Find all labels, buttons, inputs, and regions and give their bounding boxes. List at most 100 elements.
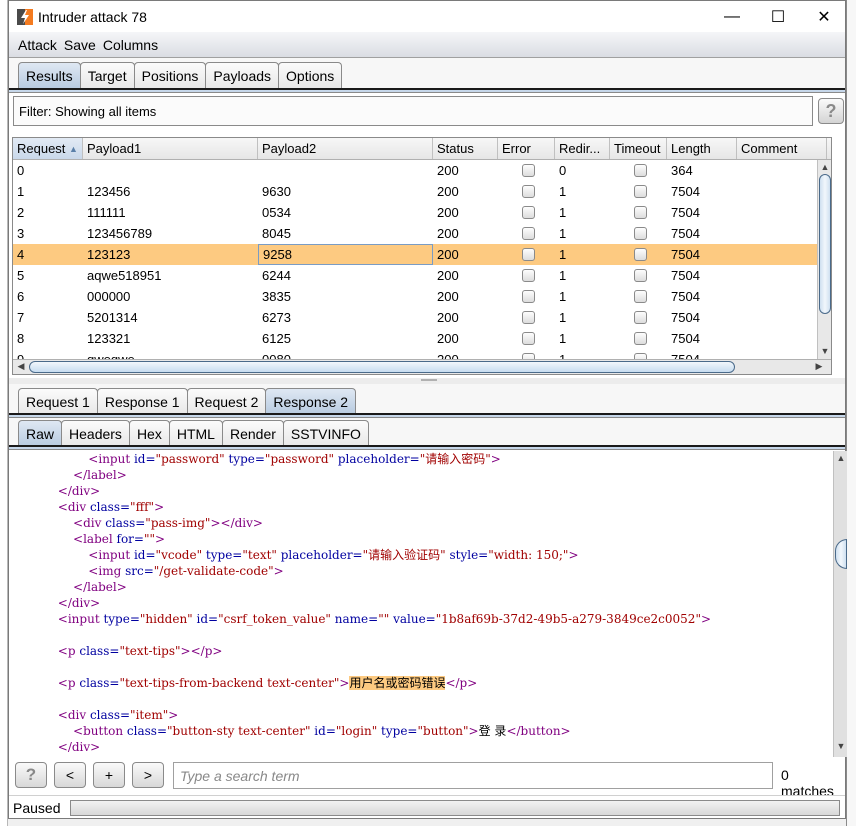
divider-grip-icon[interactable] — [421, 379, 437, 381]
tab-results[interactable]: Results — [18, 62, 81, 88]
table-horizontal-scrollbar[interactable]: ◀ ▶ — [13, 359, 831, 374]
tab-sstvinfo[interactable]: SSTVINFO — [282, 420, 369, 446]
maximize-icon: ☐ — [770, 8, 786, 26]
tab-request-1[interactable]: Request 1 — [18, 388, 98, 414]
cell-status: 200 — [437, 247, 459, 262]
search-help-button[interactable]: ? — [15, 762, 47, 788]
column-header-request[interactable]: Request ▲ — [13, 138, 83, 159]
cell-redirects: 1 — [559, 331, 567, 346]
code-line: <input id="vcode" type="text" placeholde… — [88, 548, 579, 562]
scroll-up-icon[interactable]: ▲ — [819, 162, 831, 172]
tab-response-2[interactable]: Response 2 — [265, 388, 357, 414]
next-match-button[interactable]: > — [132, 762, 164, 788]
tab-payloads[interactable]: Payloads — [205, 62, 280, 88]
code-line: <div class="item"> — [57, 708, 179, 722]
cell-payload1: 000000 — [87, 289, 131, 304]
table-hscroll-thumb[interactable] — [29, 361, 735, 373]
scroll-down-icon[interactable]: ▼ — [835, 741, 847, 751]
code-line: <div class="fff"> — [57, 500, 165, 514]
scroll-right-icon[interactable]: ▶ — [813, 361, 825, 372]
table-row[interactable]: 4 123123 9258 200 1 7504 — [13, 244, 831, 265]
tab-render[interactable]: Render — [221, 420, 284, 446]
close-button[interactable]: ✕ — [801, 1, 847, 32]
cell-request: 4 — [17, 247, 25, 262]
code-line: <p class="text-tips"></p> — [57, 644, 223, 658]
tab-positions[interactable]: Positions — [133, 62, 207, 88]
help-icon: ? — [25, 765, 37, 784]
column-header-error[interactable]: Error — [498, 138, 555, 159]
search-input[interactable]: Type a search term — [173, 762, 773, 789]
cell-status: 200 — [437, 289, 459, 304]
table-row[interactable]: 5 aqwe518951 6244 200 1 7504 — [13, 265, 831, 286]
burp-app-icon — [17, 8, 33, 25]
code-line: <input id="password" type="password" pla… — [88, 452, 501, 466]
view-tabs: Raw Headers Hex HTML Render SSTVINFO — [9, 418, 845, 446]
add-search-button[interactable]: + — [93, 762, 125, 788]
menu-columns[interactable]: Columns — [103, 37, 158, 53]
table-row[interactable]: 7 5201314 6273 200 1 7504 — [13, 307, 831, 328]
scroll-down-icon[interactable]: ▼ — [819, 346, 831, 356]
table-header: Request ▲ Payload1 Payload2 Status Error… — [13, 138, 831, 160]
minimize-button[interactable]: — — [709, 1, 755, 32]
maximize-button[interactable]: ☐ — [755, 1, 801, 32]
cell-payload2: 3835 — [262, 289, 291, 304]
plus-icon: + — [104, 767, 114, 783]
column-header-timeout[interactable]: Timeout — [610, 138, 667, 159]
column-header-length[interactable]: Length — [667, 138, 737, 159]
cell-payload2: 9630 — [262, 184, 291, 199]
table-vertical-scrollbar[interactable]: ▲ ▼ — [817, 160, 831, 360]
cell-payload2: 0534 — [262, 205, 291, 220]
main-tabs: Results Target Positions Payloads Option… — [9, 58, 845, 88]
response-vscroll-thumb[interactable] — [835, 539, 847, 569]
table-row[interactable]: 8 123321 6125 200 1 7504 — [13, 328, 831, 349]
menu-attack[interactable]: Attack — [18, 37, 57, 53]
cell-payload1: aqwe518951 — [87, 268, 162, 283]
cell-timeout — [610, 181, 667, 202]
tab-response-1[interactable]: Response 1 — [96, 388, 188, 414]
column-header-payload1[interactable]: Payload1 — [83, 138, 258, 159]
scroll-left-icon[interactable]: ◀ — [15, 361, 27, 372]
cell-timeout — [610, 160, 667, 181]
filter-help-button[interactable]: ? — [818, 98, 844, 124]
tab-target[interactable]: Target — [79, 62, 135, 88]
column-header-redirects[interactable]: Redir... — [555, 138, 610, 159]
tab-html[interactable]: HTML — [168, 420, 223, 446]
cell-request: 6 — [17, 289, 25, 304]
cell-request: 2 — [17, 205, 25, 220]
timeout-checkbox — [634, 164, 647, 177]
cell-length: 7504 — [671, 184, 700, 199]
table-row[interactable]: 0 200 0 364 — [13, 160, 831, 181]
cell-error — [498, 265, 555, 286]
cell-timeout — [610, 328, 667, 349]
cell-error — [498, 223, 555, 244]
cell-redirects: 1 — [559, 184, 567, 199]
code-line: </div> — [57, 596, 101, 610]
previous-match-button[interactable]: < — [54, 762, 86, 788]
tab-options[interactable]: Options — [278, 62, 343, 88]
filter-bar[interactable]: Filter: Showing all items — [13, 96, 813, 126]
cell-timeout — [610, 244, 667, 265]
table-row[interactable]: 6 000000 3835 200 1 7504 — [13, 286, 831, 307]
response-raw-view[interactable]: <input id="password" type="password" pla… — [12, 451, 834, 755]
next-icon: > — [143, 767, 153, 783]
tab-request-2[interactable]: Request 2 — [186, 388, 267, 414]
table-row[interactable]: 2 111111 0534 200 1 7504 — [13, 202, 831, 223]
cell-error — [498, 244, 555, 265]
column-header-status[interactable]: Status — [433, 138, 498, 159]
cell-error — [498, 307, 555, 328]
tab-raw[interactable]: Raw — [18, 420, 63, 446]
cell-length: 7504 — [671, 331, 700, 346]
cell-status: 200 — [437, 226, 459, 241]
error-checkbox — [522, 248, 535, 261]
menu-save[interactable]: Save — [64, 37, 96, 53]
tab-hex[interactable]: Hex — [128, 420, 170, 446]
table-row[interactable]: 3 123456789 8045 200 1 7504 — [13, 223, 831, 244]
column-header-comment[interactable]: Comment — [737, 138, 827, 159]
table-row[interactable]: 1 123456 9630 200 1 7504 — [13, 181, 831, 202]
scroll-up-icon[interactable]: ▲ — [835, 453, 847, 463]
tab-headers[interactable]: Headers — [61, 420, 130, 446]
column-header-payload2[interactable]: Payload2 — [258, 138, 433, 159]
response-vertical-scrollbar[interactable]: ▲ ▼ — [833, 451, 847, 757]
table-vscroll-thumb[interactable] — [819, 174, 831, 314]
